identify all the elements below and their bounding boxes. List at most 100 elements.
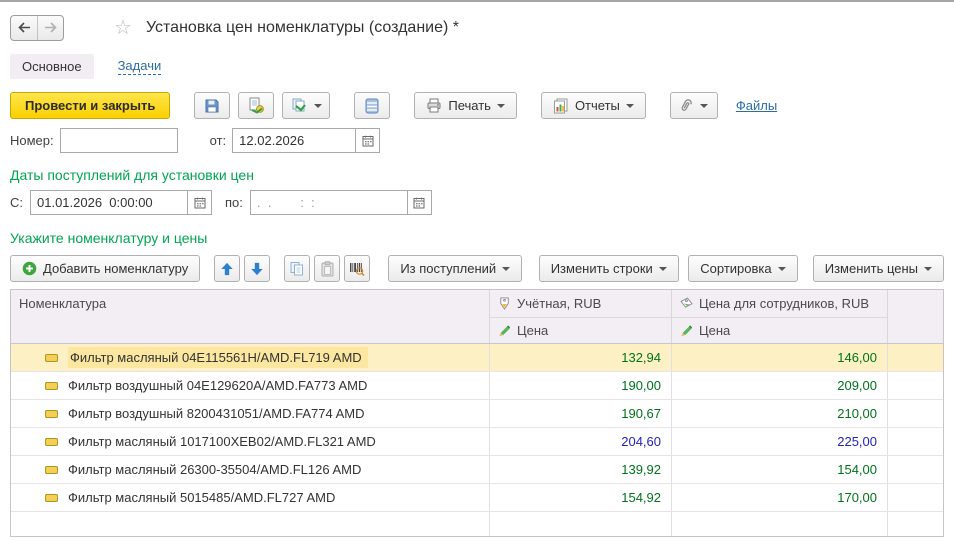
number-input[interactable] xyxy=(60,129,177,152)
column-header-price1[interactable]: Учётная, RUB xyxy=(490,290,671,318)
item-name: Фильтр масляный 1017100XEB02/AMD.FL321 A… xyxy=(68,434,376,449)
dropdown-caret-icon xyxy=(313,103,322,108)
to-label: по: xyxy=(225,195,243,210)
table-row[interactable]: Фильтр масляный 1017100XEB02/AMD.FL321 A… xyxy=(11,428,943,456)
printer-icon xyxy=(426,98,442,113)
sorting-label: Сортировка xyxy=(700,261,772,276)
calendar-button[interactable] xyxy=(187,191,211,214)
item-marker-icon xyxy=(45,409,58,418)
dropdown-caret-icon xyxy=(502,266,511,271)
price1-cell[interactable]: 190,67 xyxy=(490,400,672,427)
move-up-button[interactable] xyxy=(213,255,241,282)
print-button[interactable]: Печать xyxy=(414,92,517,119)
item-marker-icon xyxy=(45,381,58,390)
files-link[interactable]: Файлы xyxy=(736,98,777,113)
tab-main[interactable]: Основное xyxy=(10,54,94,79)
price1-cell[interactable]: 132,94 xyxy=(490,344,672,371)
items-section-title: Укажите номенклатуру и цены xyxy=(10,230,208,246)
table-row[interactable]: Фильтр воздушный 8200431051/AMD.FA774 AM… xyxy=(11,400,943,428)
date-field[interactable]: 12.02.2026 xyxy=(232,128,381,153)
price2-cell[interactable]: 146,00 xyxy=(672,344,888,371)
calendar-button[interactable] xyxy=(406,191,431,214)
reports-button[interactable]: Отчеты xyxy=(540,92,646,119)
table-header: Номенклатура Учётная, RUB Цена Цена для … xyxy=(11,290,943,344)
number-row: Номер: от: 12.02.2026 xyxy=(0,123,954,158)
price-setting-document-window: ☆ Установка цен номенклатуры (создание) … xyxy=(0,0,954,541)
arrow-up-icon xyxy=(220,262,234,276)
attachments-button[interactable] xyxy=(669,92,718,119)
copy-icon xyxy=(289,261,305,277)
from-receipts-button[interactable]: Из поступлений xyxy=(388,255,523,282)
forward-button[interactable] xyxy=(37,15,63,40)
back-button[interactable] xyxy=(11,16,37,40)
barcode-scan-button[interactable] xyxy=(344,255,371,282)
add-item-button[interactable]: Добавить номенклатуру xyxy=(10,255,201,282)
table-toolbar: Добавить номенклатуру Из поступлений Изм… xyxy=(0,249,954,287)
price2-cell[interactable]: 210,00 xyxy=(672,400,888,427)
save-button[interactable] xyxy=(194,92,231,119)
dropdown-caret-icon xyxy=(658,266,667,271)
dropdown-caret-icon xyxy=(924,266,933,271)
date-label: от: xyxy=(209,133,227,148)
pencil-icon xyxy=(498,324,511,337)
copy-rows-button[interactable] xyxy=(283,255,311,282)
favorite-star-icon[interactable]: ☆ xyxy=(114,18,132,38)
post-and-close-button[interactable]: Провести и закрыть xyxy=(10,92,171,119)
price2-cell[interactable]: 225,00 xyxy=(672,428,888,455)
create-based-on-button[interactable] xyxy=(282,92,331,119)
to-date-field[interactable]: . . : : xyxy=(249,190,432,215)
column-header-nomenclature[interactable]: Номенклатура xyxy=(11,290,490,343)
barcode-icon xyxy=(349,261,365,276)
from-date-field[interactable]: 01.01.2026 0:00:00 xyxy=(30,190,212,215)
price1-cell[interactable]: 190,00 xyxy=(490,372,672,399)
post-button[interactable] xyxy=(238,92,275,119)
move-down-button[interactable] xyxy=(244,255,271,282)
price2-cell[interactable]: 170,00 xyxy=(672,484,888,511)
item-marker-icon xyxy=(45,437,58,446)
dropdown-caret-icon xyxy=(496,103,505,108)
edit-prices-label: Изменить цены xyxy=(824,261,919,276)
price2-cell[interactable]: 209,00 xyxy=(672,372,888,399)
item-name: Фильтр масляный 26300-35504/AMD.FL126 AM… xyxy=(68,462,362,477)
register-records-button[interactable] xyxy=(354,92,391,119)
to-date-mask[interactable]: . . : : xyxy=(251,191,407,214)
price1-cell[interactable]: 204,60 xyxy=(490,428,672,455)
item-marker-icon xyxy=(45,353,58,362)
table-row[interactable]: Фильтр масляный 5015485/AMD.FL727 AMD 15… xyxy=(11,484,943,512)
pencil-icon xyxy=(680,324,693,337)
save-icon xyxy=(204,98,220,114)
number-field[interactable] xyxy=(59,128,178,153)
reports-chart-icon xyxy=(553,98,569,114)
table-row[interactable]: Фильтр воздушный 04E129620A/AMD.FA773 AM… xyxy=(11,372,943,400)
reports-button-label: Отчеты xyxy=(574,98,620,113)
dates-row: С: 01.01.2026 0:00:00 по: . . : : xyxy=(0,186,954,221)
register-list-icon xyxy=(365,98,379,114)
price1-cell[interactable]: 154,92 xyxy=(490,484,672,511)
edit-rows-button[interactable]: Изменить строки xyxy=(538,255,679,282)
column-header-price2-label: Цена для сотрудников, RUB xyxy=(699,296,870,311)
price1-cell[interactable]: 139,92 xyxy=(490,456,672,483)
number-label: Номер: xyxy=(10,133,54,148)
subcolumn-price2[interactable]: Цена xyxy=(672,318,887,343)
price2-cell[interactable]: 154,00 xyxy=(672,456,888,483)
titlebar: ☆ Установка цен номенклатуры (создание) … xyxy=(0,2,954,44)
sorting-button[interactable]: Сортировка xyxy=(688,255,798,282)
column-header-price2[interactable]: Цена для сотрудников, RUB xyxy=(672,290,887,318)
subcolumn-price1-label: Цена xyxy=(517,323,549,338)
calendar-button[interactable] xyxy=(355,129,380,152)
tab-tasks[interactable]: Задачи xyxy=(117,58,162,75)
from-date-value[interactable]: 01.01.2026 0:00:00 xyxy=(31,191,187,214)
tab-strip: Основное Задачи xyxy=(0,44,954,87)
nav-buttons xyxy=(10,14,64,41)
calendar-icon xyxy=(413,197,425,209)
subcolumn-price2-label: Цена xyxy=(699,323,731,338)
paste-rows-button[interactable] xyxy=(314,255,341,282)
date-value[interactable]: 12.02.2026 xyxy=(233,129,355,152)
table-row[interactable]: Фильтр масляный 04E115561H/AMD.FL719 AMD… xyxy=(11,344,943,372)
from-receipts-label: Из поступлений xyxy=(400,261,497,276)
command-bar: Провести и закрыть Печать Отчеты Файлы xyxy=(0,87,954,123)
edit-prices-button[interactable]: Изменить цены xyxy=(812,255,945,282)
dropdown-caret-icon xyxy=(625,103,634,108)
table-row[interactable]: Фильтр масляный 26300-35504/AMD.FL126 AM… xyxy=(11,456,943,484)
subcolumn-price1[interactable]: Цена xyxy=(490,318,671,343)
